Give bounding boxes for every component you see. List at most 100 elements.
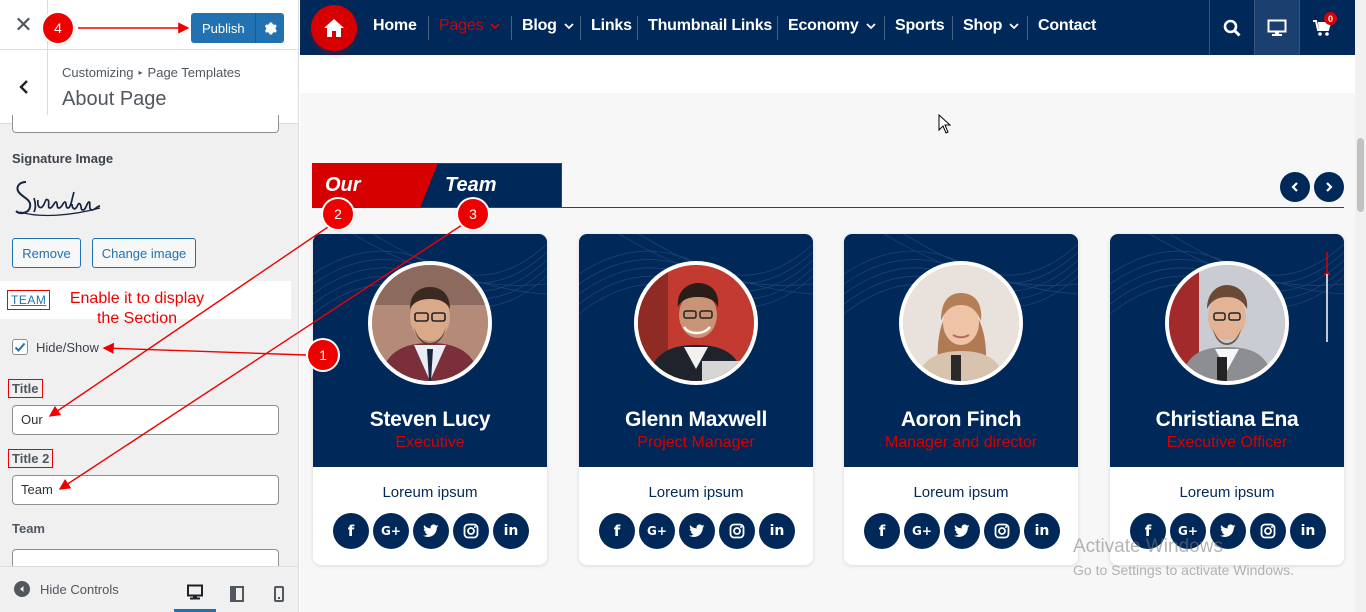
hide-show-label: Hide/Show [36,339,99,355]
previous-field-input[interactable] [12,115,279,133]
member-name: Steven Lucy [369,408,491,431]
member-description: Loreum ipsum [382,484,478,501]
google-plus-icon[interactable]: G+ [904,513,940,549]
remove-image-button[interactable]: Remove [12,238,81,268]
nav-item-economy[interactable]: Economy [788,17,876,35]
member-avatar [634,261,758,385]
signature-image [12,176,112,231]
nav-item-contact[interactable]: Contact [1038,17,1096,35]
google-plus-icon[interactable]: G+ [373,513,409,549]
linkedin-icon[interactable]: in [1290,513,1326,549]
publish-button[interactable]: Publish [191,13,284,43]
nav-item-sports[interactable]: Sports [895,17,945,35]
google-plus-icon[interactable]: G+ [639,513,675,549]
watermark-line2: Go to Settings to activate Windows. [1073,562,1294,578]
back-button[interactable] [0,50,48,124]
nav-divider [580,16,581,40]
breadcrumb-separator-icon: ▸ [138,68,143,77]
breadcrumb-item: Customizing [62,65,134,80]
card-header: Glenn Maxwell Project Manager [579,234,813,467]
social-links: f G+ in [333,513,529,549]
nav-item-home[interactable]: Home [373,17,417,35]
twitter-icon[interactable] [679,513,715,549]
nav-divider [952,16,953,40]
carousel-prev-button[interactable] [1280,172,1310,202]
title2-input[interactable]: Team [12,475,279,505]
signature-image-label: Signature Image [12,151,114,166]
close-customizer-button[interactable]: ✕ [0,0,48,50]
search-icon [1223,19,1241,37]
twitter-icon[interactable] [413,513,449,549]
member-avatar [899,261,1023,385]
annotation-badge: 1 [308,340,338,370]
facebook-icon[interactable]: f [333,513,369,549]
collapse-arrow-icon [14,581,30,597]
card-scroll-indicator [1324,252,1330,342]
desktop-toggle-button[interactable] [1254,0,1299,55]
card-header: Steven Lucy Executive [313,234,547,467]
scrollbar-thumb[interactable] [1357,138,1364,212]
facebook-icon[interactable]: f [864,513,900,549]
cart-count-badge: 0 [1324,12,1337,25]
member-role: Manager and director [884,434,1038,451]
chevron-left-icon [1291,182,1298,192]
cart-button[interactable]: 0 [1299,0,1344,55]
header-spacer [300,55,1355,93]
hide-show-toggle[interactable]: Hide/Show [12,339,99,355]
team-card: Steven Lucy Executive Loreum ipsum f G+ … [313,234,547,565]
watermark-line1: Activate Windows [1073,536,1223,557]
social-links: f G+ in [864,513,1060,549]
nav-item-label: Home [373,17,417,34]
facebook-icon[interactable]: f [599,513,635,549]
desktop-preview-button[interactable] [174,575,216,612]
nav-item-blog[interactable]: Blog [522,17,574,35]
home-button[interactable] [311,5,357,51]
section-header: Customizing ▸ Page Templates About Page [0,50,298,124]
checkmark-icon [14,342,26,352]
nav-item-pages[interactable]: Pages [439,17,501,35]
tablet-icon [230,586,244,602]
nav-item-label: Pages [439,17,484,34]
change-image-button[interactable]: Change image [92,238,196,268]
nav-item-thumbnail-links[interactable]: Thumbnail Links [648,17,772,35]
tablet-preview-button[interactable] [216,575,258,612]
team-card: Aoron Finch Manager and director Loreum … [844,234,1078,565]
customizer-footer: Hide Controls [0,566,298,612]
team-section-heading: TEAM [7,290,51,310]
title-field-label: Title [8,379,43,398]
member-role: Executive Officer [1166,434,1288,451]
member-name: Aoron Finch [900,408,1022,431]
nav-divider [1027,16,1028,40]
chevron-down-icon [564,22,574,29]
linkedin-icon[interactable]: in [1024,513,1060,549]
nav-item-label: Shop [963,17,1003,34]
search-button[interactable] [1209,0,1254,55]
hide-controls-button[interactable]: Hide Controls [14,581,119,597]
twitter-icon[interactable] [944,513,980,549]
windows-activation-watermark: Activate Windows Go to Settings to activ… [1073,536,1294,578]
home-icon [324,19,344,37]
social-links: f G+ in [599,513,795,549]
member-avatar [368,261,492,385]
gear-icon[interactable] [255,13,284,43]
title-input[interactable]: Our [12,405,279,435]
instagram-icon[interactable] [719,513,755,549]
mobile-preview-button[interactable] [258,575,298,612]
nav-item-label: Blog [522,17,557,34]
nav-divider [511,16,512,40]
instagram-icon[interactable] [453,513,489,549]
annotation-badge: 4 [43,13,73,43]
mouse-pointer-icon [938,114,952,134]
team-field-label: Team [12,521,45,536]
page-scrollbar[interactable] [1355,0,1366,612]
carousel-next-button[interactable] [1314,172,1344,202]
monitor-icon [1267,19,1287,36]
nav-item-shop[interactable]: Shop [963,17,1019,35]
nav-item-label: Thumbnail Links [648,17,773,34]
nav-item-links[interactable]: Links [591,17,632,35]
instagram-icon[interactable] [984,513,1020,549]
member-description: Loreum ipsum [648,484,744,501]
hide-show-checkbox[interactable] [12,339,28,355]
linkedin-icon[interactable]: in [759,513,795,549]
linkedin-icon[interactable]: in [493,513,529,549]
